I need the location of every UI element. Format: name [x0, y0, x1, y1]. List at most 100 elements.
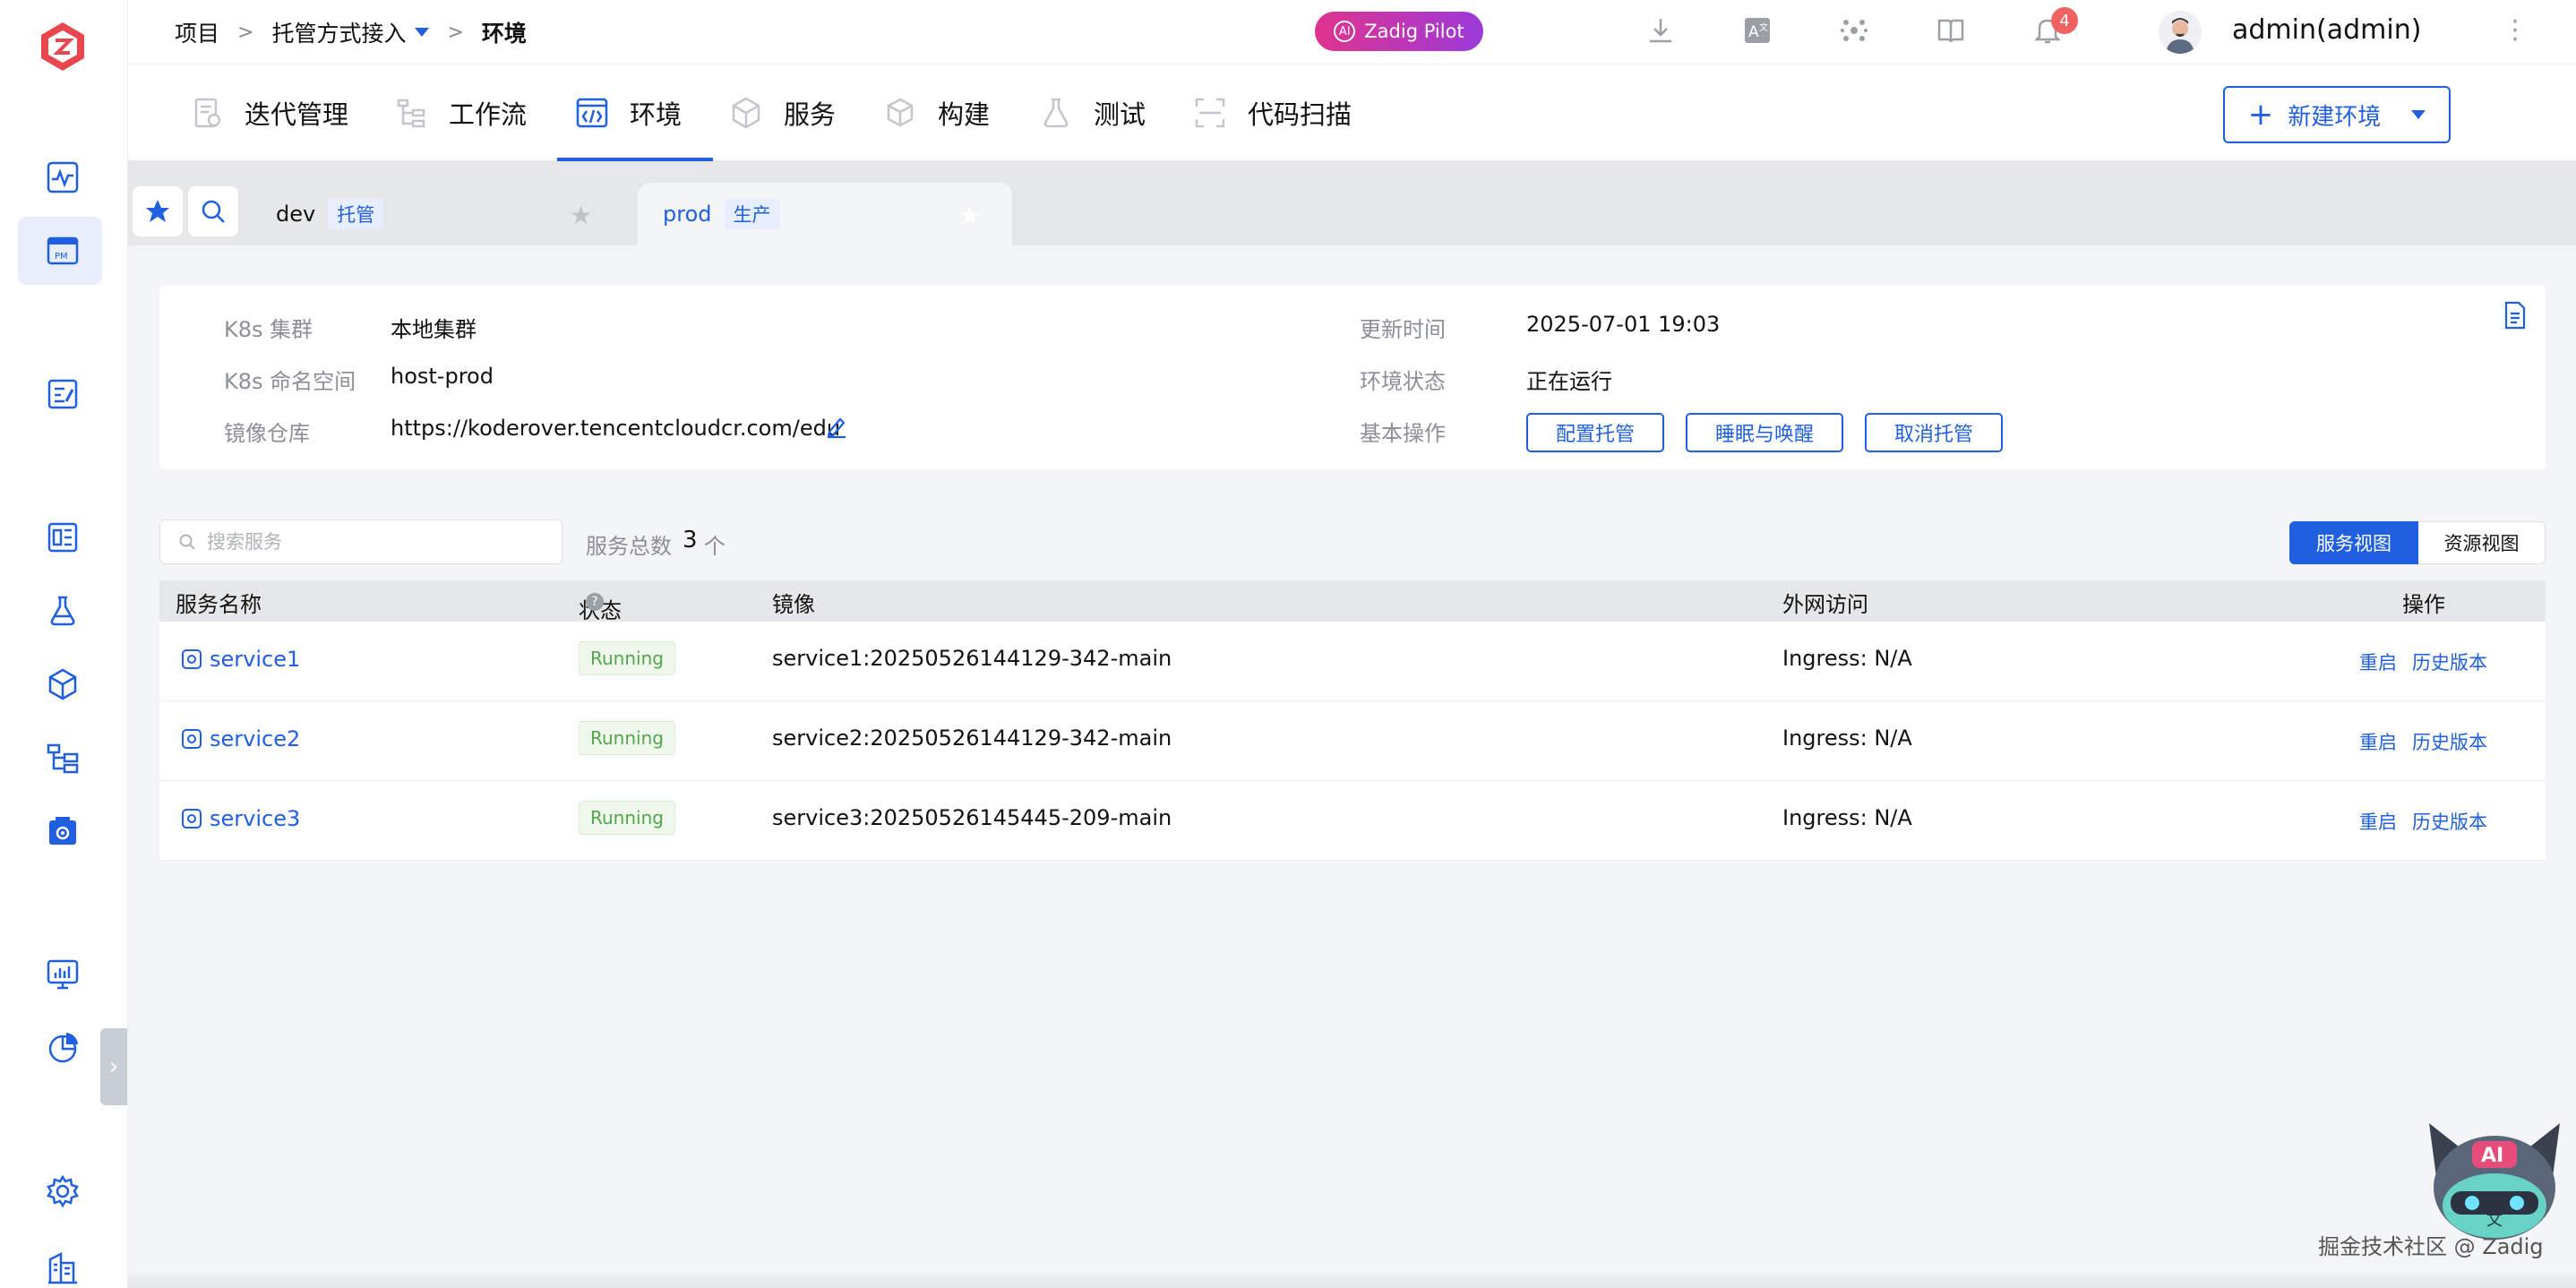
tab-label: 构建 [938, 99, 991, 130]
project-pm-icon: PM [47, 236, 79, 265]
plugins-button[interactable] [1836, 13, 1872, 48]
tab-iteration[interactable]: 迭代管理 [189, 64, 348, 161]
view-switch: 服务视图 资源视图 [2289, 521, 2546, 564]
service-table: 服务名称 状态(3/3)? 镜像 外网访问 操作 service1 Runnin… [159, 580, 2546, 861]
sidebar-item-artifacts[interactable] [41, 663, 84, 706]
tab-services[interactable]: 服务 [728, 64, 836, 161]
help-icon[interactable]: ? [586, 593, 604, 611]
service-name: service1 [210, 647, 301, 672]
flask-icon [50, 596, 75, 626]
service-name-link[interactable]: service1 [181, 647, 300, 672]
breadcrumb-current: 环境 [481, 21, 527, 47]
service-ingress: Ingress: N/A [1782, 646, 1912, 671]
sidebar-item-projects[interactable]: PM [41, 229, 84, 272]
project-nav: 迭代管理 工作流 环境 服务 构建 测试 代码扫描 + 新建环境 [128, 64, 2576, 161]
service-name-link[interactable]: service2 [181, 726, 300, 751]
test-icon [1043, 98, 1069, 128]
tab-code-scan[interactable]: 代码扫描 [1192, 64, 1352, 161]
service-view-button[interactable]: 服务视图 [2289, 521, 2418, 564]
config-hosting-button[interactable]: 配置托管 [1526, 413, 1664, 452]
sidebar-expand-toggle[interactable]: › [100, 1028, 127, 1105]
zadig-pilot-label: Zadig Pilot [1364, 21, 1464, 42]
favorite-filter-button[interactable] [133, 186, 183, 236]
sleep-wake-button[interactable]: 睡眠与唤醒 [1686, 413, 1843, 452]
tab-label: 环境 [630, 99, 683, 130]
tab-build[interactable]: 构建 [882, 64, 990, 161]
restart-button[interactable]: 重启 [2359, 648, 2397, 675]
translate-icon: A文 [1745, 18, 1770, 43]
updated-time-value: 2025-07-01 19:03 [1526, 312, 1721, 337]
breadcrumb-root[interactable]: 项目 [175, 16, 219, 48]
sidebar-item-enterprise[interactable] [41, 1245, 84, 1288]
service-image: service1:20250526144129-342-main [772, 646, 1172, 671]
k8s-cluster-value: 本地集群 [391, 317, 477, 342]
service-icon [732, 97, 760, 129]
restart-button[interactable]: 重启 [2359, 808, 2397, 835]
sidebar-item-release[interactable] [41, 373, 84, 416]
service-search[interactable] [159, 519, 562, 564]
service-ingress: Ingress: N/A [1782, 726, 1912, 751]
avatar[interactable] [2159, 11, 2202, 54]
basic-ops-label: 基本操作 [1360, 421, 1446, 446]
chevron-right-icon: › [108, 1053, 119, 1080]
star-filled-icon [146, 200, 169, 222]
download-button[interactable] [1643, 13, 1679, 48]
project-dropdown-icon[interactable] [415, 28, 430, 37]
service-name-link[interactable]: service3 [181, 806, 300, 831]
tree-structure-icon [47, 743, 79, 774]
env-tab-prod[interactable]: prod 生产 [638, 183, 1012, 245]
col-header-ingress: 外网访问 [1782, 592, 1868, 617]
sidebar-item-monitor[interactable] [41, 953, 84, 996]
service-search-input[interactable] [207, 531, 529, 553]
star-outline-icon[interactable]: ★ [958, 201, 981, 230]
zadig-pilot-button[interactable]: AI Zadig Pilot [1315, 12, 1483, 51]
env-status-label: 环境状态 [1360, 369, 1446, 394]
env-status-value: 正在运行 [1526, 369, 1612, 394]
status-badge: Running [579, 721, 675, 755]
new-environment-button[interactable]: + 新建环境 [2223, 86, 2451, 143]
zadig-logo-icon[interactable] [36, 20, 90, 73]
tab-label: 服务 [784, 99, 837, 130]
language-button[interactable]: A文 [1739, 13, 1775, 48]
status-badge: Running [579, 641, 675, 675]
service-icon [182, 809, 202, 829]
env-search-button[interactable] [188, 186, 238, 236]
tab-test[interactable]: 测试 [1038, 64, 1146, 161]
k8s-namespace-label: K8s 命名空间 [224, 369, 356, 394]
watermark-text: 掘金技术社区 @ Zadig [2318, 1234, 2544, 1259]
edit-pencil-icon[interactable] [824, 414, 849, 439]
breadcrumb-separator: > [447, 21, 464, 44]
tab-label: 工作流 [449, 99, 528, 130]
notification-badge: 4 [2051, 7, 2078, 34]
tab-workflow[interactable]: 工作流 [393, 64, 527, 161]
history-button[interactable]: 历史版本 [2412, 808, 2487, 835]
breadcrumb-project[interactable]: 托管方式接入 [271, 16, 406, 48]
sidebar-item-settings[interactable] [41, 1170, 84, 1213]
sidebar-item-stats[interactable] [41, 1026, 84, 1069]
resource-view-button[interactable]: 资源视图 [2418, 521, 2546, 564]
sidebar-item-test[interactable] [41, 589, 84, 632]
service-icon [182, 649, 202, 669]
user-name[interactable]: admin(admin) [2232, 14, 2421, 46]
env-tab-dev[interactable]: dev 托管 [260, 183, 605, 245]
plus-icon: + [2247, 97, 2274, 133]
svg-text:A: A [1748, 23, 1759, 41]
build-icon [887, 98, 914, 127]
tab-environment[interactable]: 环境 [574, 64, 682, 161]
restart-button[interactable]: 重启 [2359, 728, 2397, 755]
sidebar-item-system-config[interactable] [41, 810, 84, 853]
col-header-name: 服务名称 [176, 592, 262, 617]
k8s-namespace-value: host-prod [391, 364, 494, 389]
sidebar-item-dashboard[interactable] [41, 516, 84, 559]
docs-button[interactable] [1933, 13, 1969, 48]
history-button[interactable]: 历史版本 [2412, 648, 2487, 675]
sidebar-item-templates[interactable] [41, 736, 84, 779]
sidebar-item-insight[interactable] [41, 156, 84, 199]
more-vertical-icon[interactable]: · · · [2508, 9, 2522, 54]
history-button[interactable]: 历史版本 [2412, 728, 2487, 755]
cancel-hosting-button[interactable]: 取消托管 [1865, 413, 2003, 452]
star-outline-icon[interactable]: ★ [570, 201, 592, 230]
environment-icon [576, 98, 608, 128]
dashboard-icon [47, 522, 78, 553]
document-icon[interactable] [2503, 301, 2528, 330]
